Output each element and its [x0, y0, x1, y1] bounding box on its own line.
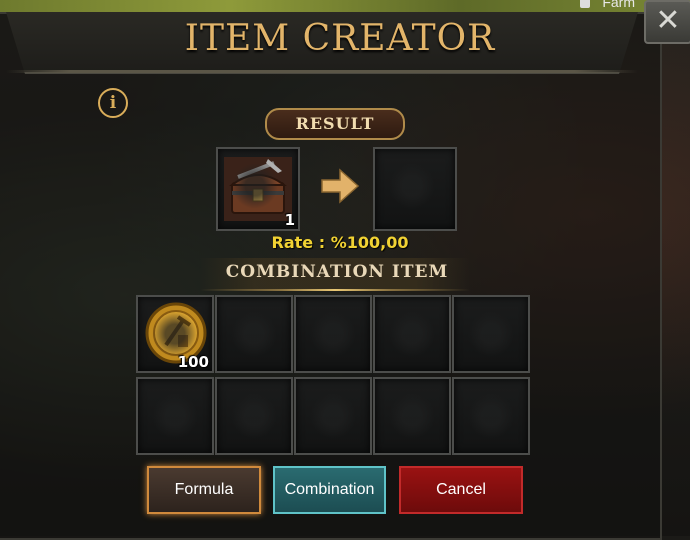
combination-slot[interactable]	[294, 295, 372, 373]
combination-divider	[200, 289, 470, 291]
success-rate: Rate : %100,00	[271, 233, 409, 252]
combination-item-label: COMBINATION ITEM	[225, 262, 449, 282]
dialog-title: ITEM CREATOR	[184, 18, 496, 59]
combination-slot[interactable]	[452, 295, 530, 373]
result-label: RESULT	[265, 108, 405, 140]
combination-slot[interactable]	[136, 377, 214, 455]
combination-slot[interactable]	[452, 377, 530, 455]
result-output-slot[interactable]	[373, 147, 457, 231]
cancel-button[interactable]: Cancel	[399, 466, 523, 514]
combination-slot[interactable]	[373, 295, 451, 373]
close-button[interactable]: ✕	[644, 0, 690, 44]
combination-slot[interactable]	[215, 377, 293, 455]
combination-slot[interactable]	[294, 377, 372, 455]
combination-item-count: 100	[177, 353, 209, 371]
combination-slot[interactable]: 100	[136, 295, 214, 373]
arrow-right-icon	[321, 168, 360, 204]
result-item-count: 1	[284, 211, 295, 229]
combination-slot[interactable]	[373, 377, 451, 455]
formula-button[interactable]: Formula	[147, 466, 261, 514]
combination-slot[interactable]	[215, 295, 293, 373]
combination-button[interactable]: Combination	[273, 466, 386, 514]
farm-label: Farm	[602, 0, 635, 10]
header-divider	[6, 70, 638, 73]
info-icon[interactable]: i	[98, 88, 128, 118]
treasure-chest-icon	[224, 157, 292, 221]
result-source-slot[interactable]: 1	[216, 147, 300, 231]
farm-icon	[580, 0, 590, 8]
